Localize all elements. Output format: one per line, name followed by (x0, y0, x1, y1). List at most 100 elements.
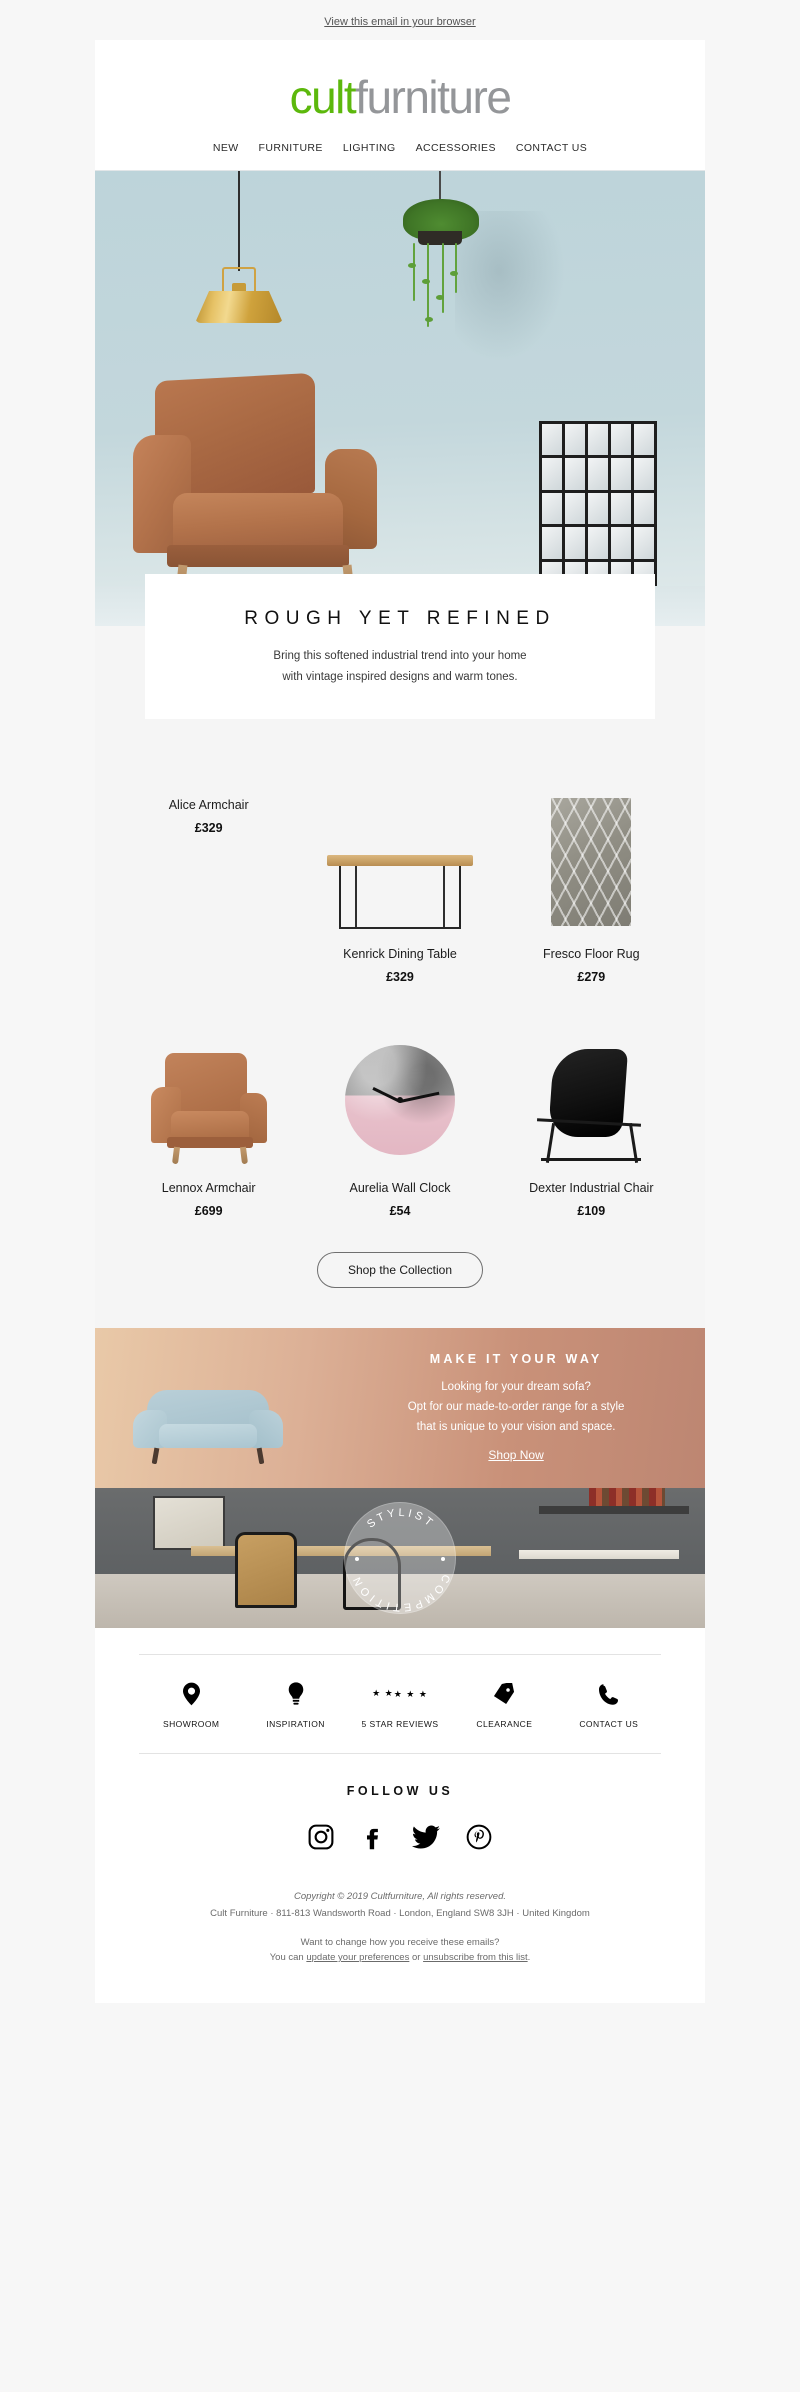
floor-rug-illustration (551, 798, 632, 926)
product-card-lennox-armchair[interactable]: Lennox Armchair £699 (113, 1032, 304, 1218)
promo-banner[interactable]: MAKE IT YOUR WAY Looking for your dream … (95, 1328, 705, 1488)
white-table (519, 1550, 679, 1559)
plant-leaf (450, 271, 458, 276)
product-price: £109 (577, 1204, 606, 1218)
product-card-kenrick-dining-table[interactable]: Kenrick Dining Table £329 (304, 798, 495, 984)
armchair-base (167, 545, 349, 567)
sofa-leg (151, 1447, 160, 1465)
promo-body-line-1: Looking for your dream sofa? (441, 1380, 591, 1393)
product-card-fresco-floor-rug[interactable]: Fresco Floor Rug £279 (496, 798, 687, 984)
badge-bottom-text: COMPETITION (350, 1572, 452, 1613)
bookshelf-books (589, 1488, 665, 1508)
nav-item-accessories[interactable]: ACCESSORIES (416, 142, 496, 154)
value-prop-inspiration[interactable]: INSPIRATION (243, 1681, 347, 1729)
headline-subtext: Bring this softened industrial trend int… (175, 646, 625, 689)
promo-body-line-3: that is unique to your vision and space. (416, 1421, 616, 1434)
hero-image[interactable] (95, 171, 705, 626)
value-prop-label: CONTACT US (579, 1719, 639, 1729)
phone-icon (599, 1681, 619, 1707)
preheader-bar: View this email in your browser (0, 0, 800, 40)
sofa-leg (256, 1447, 265, 1465)
badge-dot (441, 1557, 445, 1561)
shop-the-collection-button[interactable]: Shop the Collection (316, 1252, 484, 1288)
wall-shelf (539, 1506, 689, 1514)
nav-item-new[interactable]: NEW (213, 142, 239, 154)
view-in-browser-link[interactable]: View this email in your browser (324, 16, 475, 28)
unsubscribe-link[interactable]: unsubscribe from this list (423, 1952, 528, 1963)
mirror-pane (588, 527, 608, 559)
promo-image (95, 1328, 351, 1488)
badge-dot (355, 1557, 359, 1561)
product-name: Dexter Industrial Chair (529, 1181, 654, 1195)
preferences-question: Want to change how you receive these ema… (300, 1937, 500, 1948)
page-title: ROUGH YET REFINED (244, 608, 556, 629)
shop-now-link[interactable]: Shop Now (488, 1448, 543, 1462)
plant-vine (427, 243, 429, 327)
headline-card: ROUGH YET REFINED Bring this softened in… (145, 574, 655, 719)
product-name: Kenrick Dining Table (343, 947, 457, 961)
copyright-text: Copyright © 2019 Cultfurniture, All righ… (293, 1891, 507, 1902)
table-leg (354, 866, 357, 928)
value-prop-showroom[interactable]: SHOWROOM (139, 1681, 243, 1729)
value-prop-clearance[interactable]: CLEARANCE (452, 1681, 556, 1729)
value-prop-5-star-reviews[interactable]: ★ ★ ★ ★ ★ 5 STAR REVIEWS (348, 1681, 452, 1730)
stylist-competition-badge[interactable]: STYLIST COMPETITION (344, 1502, 456, 1614)
hero-armchair (133, 372, 383, 594)
table-leg (442, 866, 445, 928)
value-prop-label: INSPIRATION (266, 1719, 325, 1729)
pinterest-icon[interactable] (466, 1824, 492, 1855)
mirror-pane (634, 492, 654, 525)
wall-art-frame (153, 1496, 225, 1550)
table-leg (338, 866, 341, 928)
mirror-pane (588, 458, 608, 490)
plant-vine (442, 243, 444, 313)
value-props-section: SHOWROOM INSPIRATION ★ ★ ★ ★ ★ 5 STAR RE… (95, 1628, 705, 1885)
follow-us-title: FOLLOW US (346, 1784, 454, 1798)
value-prop-contact-us[interactable]: CONTACT US (557, 1681, 661, 1729)
mirror-pane (611, 492, 631, 525)
promo-text-block: MAKE IT YOUR WAY Looking for your dream … (351, 1352, 705, 1464)
mirror-pane (588, 492, 608, 525)
nav-item-lighting[interactable]: LIGHTING (343, 142, 396, 154)
nav-item-contact-us[interactable]: CONTACT US (516, 142, 587, 154)
nav-item-furniture[interactable]: FURNITURE (259, 142, 323, 154)
product-image (113, 1032, 304, 1167)
table-rail (338, 927, 461, 929)
value-prop-label: SHOWROOM (162, 1719, 220, 1729)
plant-leaf (422, 279, 430, 284)
mirror-pane (542, 424, 562, 456)
pref-prefix: You can (269, 1952, 307, 1963)
sofa-illustration (133, 1390, 283, 1466)
pref-middle: or (409, 1952, 424, 1963)
facebook-icon[interactable] (360, 1824, 386, 1855)
mirror-pane (634, 527, 654, 559)
chair-leg (629, 1123, 639, 1163)
headline-subtext-line-2: with vintage inspired designs and warm t… (282, 671, 518, 684)
chair-sled-rail (541, 1158, 642, 1161)
twitter-icon[interactable] (412, 1824, 440, 1855)
email-body: cultfurniture NEW FURNITURE LIGHTING ACC… (95, 40, 705, 2003)
mirror-pane (611, 527, 631, 559)
product-price: £279 (577, 970, 606, 984)
stylist-competition-banner[interactable]: STYLIST COMPETITION (95, 1488, 705, 1628)
product-price: £329 (194, 821, 223, 835)
product-card-dexter-industrial-chair[interactable]: Dexter Industrial Chair £109 (496, 1032, 687, 1218)
value-props-row: SHOWROOM INSPIRATION ★ ★ ★ ★ ★ 5 STAR RE… (139, 1655, 661, 1753)
headline-subtext-line-1: Bring this softened industrial trend int… (273, 650, 527, 662)
product-price: £54 (389, 1204, 411, 1218)
wall-clock-illustration (344, 1044, 455, 1155)
lennox-armchair-illustration (149, 1049, 269, 1167)
product-card-alice-armchair[interactable]: Alice Armchair £329 (113, 798, 304, 835)
pendant-lamp-shade (195, 291, 283, 323)
sofa-seat-cushion (159, 1424, 257, 1448)
product-card-aurelia-wall-clock[interactable]: Aurelia Wall Clock £54 (304, 1032, 495, 1218)
update-preferences-link[interactable]: update your preferences (306, 1952, 409, 1963)
plant-vine (413, 243, 415, 301)
pref-suffix: . (527, 1952, 531, 1963)
product-image (496, 1032, 687, 1167)
product-name: Fresco Floor Rug (543, 947, 640, 961)
brand-logo[interactable]: cultfurniture (95, 64, 705, 124)
plant-leaf (436, 295, 444, 300)
instagram-icon[interactable] (308, 1824, 334, 1855)
armchair-leg (171, 1146, 180, 1165)
